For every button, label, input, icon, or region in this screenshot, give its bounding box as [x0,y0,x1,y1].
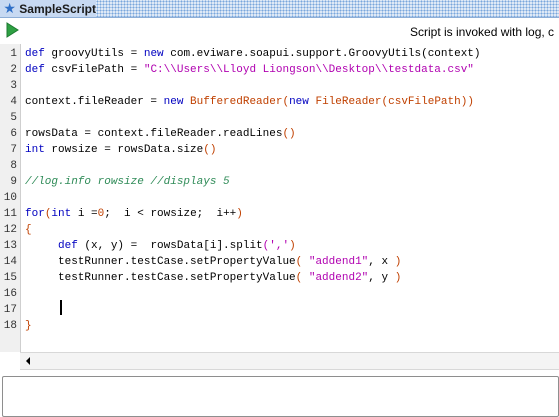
code-token: def [25,48,45,60]
code-line[interactable]: def groovyUtils = new com.eviware.soapui… [25,46,481,62]
code-token: com.eviware.soapui.support.GroovyUtils(c… [163,48,481,60]
run-play-icon [6,22,19,38]
code-token: ) [394,272,402,284]
code-token: rowsData = context.fileReader.readLines [25,128,283,140]
line-number: 10 [3,192,17,204]
code-token: int [51,208,72,220]
code-token: //log.info rowsize //displays 5 [25,176,230,188]
code-token: ) [236,208,243,220]
code-line[interactable]: } [25,318,32,334]
line-number: 6 [10,128,17,140]
line-number: 7 [10,144,17,156]
code-token: def [58,240,78,252]
horizontal-scrollbar[interactable] [20,352,559,370]
code-token: testRunner.testCase.setPropertyValue [25,272,296,284]
log-output-panel[interactable] [2,376,559,417]
line-number: 13 [3,240,17,252]
code-token: context.fileReader = [25,96,164,108]
code-token: "C:\\Users\\Lloyd Liongson\\Desktop\\tes… [143,64,474,76]
code-token: { [25,224,32,236]
code-token: "addend1" [308,256,369,268]
line-number: 18 [3,320,17,332]
line-number: 2 [10,64,17,76]
code-token: ( [295,272,309,284]
code-token: csvFilePath = [44,64,144,76]
script-editor[interactable]: 1 2 3 4 5 6 7 8 9 10 11 12 13 14 15 16 17 18 def groovyUt… [0,44,559,352]
line-number: 1 [10,48,17,60]
code-token: "addend2" [308,272,369,284]
script-info-text: Script is invoked with log, c [410,25,555,39]
line-number: 5 [10,112,17,124]
code-line[interactable]: context.fileReader = new BufferedReader(… [25,94,474,110]
scroll-left-button[interactable] [20,353,36,369]
code-line[interactable]: def (x, y) = rowsData[i].split(',') [25,238,296,254]
code-token: (',' [262,240,290,252]
code-token: for [25,208,45,220]
code-token: (x, y) = rowsData[i].split [77,240,263,252]
code-token: ( [295,256,309,268]
code-line[interactable]: int rowsize = rowsData.size() [25,142,216,158]
line-number: 14 [3,256,17,268]
code-token: rowsize = rowsData.size [44,144,204,156]
line-number: 15 [3,272,17,284]
code-token: FileReader(csvFilePath)) [315,96,474,108]
code-line[interactable]: testRunner.testCase.setPropertyValue( "a… [25,254,401,270]
code-token: , x [368,256,395,268]
code-token: testRunner.testCase.setPropertyValue [25,256,296,268]
code-token: ) [289,240,296,252]
code-line[interactable]: //log.info rowsize //displays 5 [25,174,230,190]
line-number: 17 [3,304,17,316]
line-number: 11 [3,208,17,220]
code-token: () [282,128,296,140]
code-token: def [25,64,45,76]
code-token: new [143,48,164,60]
code-line[interactable]: rowsData = context.fileReader.readLines(… [25,126,296,142]
code-line[interactable]: def csvFilePath = "C:\\Users\\Lloyd Lion… [25,62,474,78]
line-number-gutter: 1 2 3 4 5 6 7 8 9 10 11 12 13 14 15 16 17 18 [0,44,21,352]
line-number: 12 [3,224,17,236]
scroll-left-arrow-icon [26,357,30,365]
toolbar: Script is invoked with log, c [0,18,559,45]
code-token: ; i < rowsize; i++ [104,208,237,220]
code-token: , y [368,272,395,284]
line-number: 8 [10,160,17,172]
line-number: 4 [10,96,17,108]
code-line[interactable]: { [25,222,32,238]
code-token: BufferedReader( [190,96,290,108]
code-line[interactable]: testRunner.testCase.setPropertyValue( "a… [25,270,401,286]
line-number: 16 [3,288,17,300]
text-caret [60,300,62,315]
line-number: 9 [10,176,17,188]
title-bar: ★ SampleScript [0,0,559,18]
line-number: 3 [10,80,17,92]
code-token: } [25,320,32,332]
code-token: i = [71,208,98,220]
code-token: new [289,96,309,108]
code-line[interactable]: for(int i =0; i < rowsize; i++) [25,206,243,222]
script-tab[interactable]: ★ SampleScript [0,0,96,17]
run-button[interactable] [4,22,20,38]
star-icon: ★ [3,0,16,16]
code-token: groovyUtils = [44,48,144,60]
code-token: new [163,96,184,108]
code-token: int [25,144,45,156]
code-token: ) [394,256,402,268]
code-token: () [203,144,217,156]
window-title: SampleScript [19,1,96,16]
